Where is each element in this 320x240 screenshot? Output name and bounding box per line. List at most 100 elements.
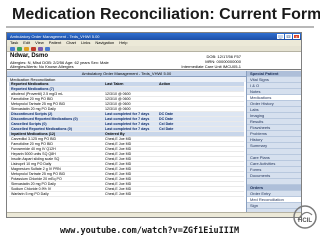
table-cell: [159, 177, 181, 181]
menu-item-patient[interactable]: Patient: [49, 40, 61, 46]
table-cell: Inpatient Medications (12): [11, 132, 56, 136]
table-cell: [159, 132, 181, 136]
print-icon[interactable]: [24, 47, 29, 51]
patient-name: Ndwar, Dsmo: [10, 53, 49, 59]
table-cell: Discontinued Reported Medications (0): [11, 117, 78, 121]
table-cell: [159, 97, 181, 101]
ehr-window: Ambulatory Order Management - Teds_VHWI …: [6, 32, 302, 218]
table-cell: albuterol (Proventil) 2.5 mg/3 mL: [11, 92, 64, 96]
table-cell: Chest,E Joe MD: [105, 172, 132, 176]
table-cell: [159, 182, 181, 186]
table-cell: Last completed for 7 days: [105, 122, 150, 126]
alert-icon[interactable]: [31, 47, 36, 51]
table-cell: Reported Medications (7): [11, 87, 54, 91]
menu-item-view[interactable]: View: [35, 40, 44, 46]
video-url[interactable]: www.youtube.com/watch?v=ZGf1EiuIIIM: [60, 226, 239, 236]
mail-icon[interactable]: [45, 47, 50, 51]
table-cell: Discontinued Scripts (2): [11, 112, 53, 116]
table-cell: Metoprolol Tartrate 25 mg PO BID: [11, 172, 66, 176]
window-controls: _ □ x: [277, 34, 300, 39]
table-cell: Chest,E Joe MD: [105, 162, 132, 166]
table-cell: Sodium Chloride 0.9% IV: [11, 187, 52, 191]
menu-item-task[interactable]: Task: [10, 40, 18, 46]
table-cell: 12/3/10 @ 0600: [105, 107, 131, 111]
table-cell: Chest,E Joe MD: [105, 157, 132, 161]
table-cell: Metoprolol Tartrate 25 mg PO BID: [11, 102, 66, 106]
table-cell: Simvastatin 20 mg PO Daily: [11, 107, 56, 111]
table-cell: Cancelled Scripts (0): [11, 122, 47, 126]
table-cell: Chest,E Joe MD: [105, 177, 132, 181]
table-cell: Famotidine 20 mg PO BID: [11, 97, 53, 101]
table-cell: [159, 102, 181, 106]
menu-item-links[interactable]: Links: [81, 40, 90, 46]
table-cell: Warfarin 5 mg PO Daily: [11, 192, 49, 196]
table-cell: DC Date: [159, 112, 173, 116]
minimize-button[interactable]: _: [277, 34, 284, 39]
table-cell: Chest,E Joe MD: [105, 142, 132, 146]
table-cell: 12/3/10 @ 0600: [105, 102, 131, 106]
table-cell: [159, 142, 181, 146]
table-cell: [159, 87, 181, 91]
table-cell: Ordered By: [105, 132, 125, 136]
table-cell: [159, 167, 181, 171]
table-cell: Chest,E Joe MD: [105, 147, 132, 151]
table-cell: Chest,E Joe MD: [105, 187, 132, 191]
table-cell: Furosemide 40 mg IV Q12H: [11, 147, 56, 151]
column-header-medication[interactable]: Reported Medications: [9, 82, 105, 86]
table-cell: Potassium Chloride 20 mEq PO: [11, 177, 62, 181]
refresh-icon[interactable]: [17, 47, 22, 51]
table-row[interactable]: Warfarin 5 mg PO Daily Chest,E Joe MD: [9, 192, 244, 197]
table-cell: [159, 107, 181, 111]
column-header-action[interactable]: Action: [159, 82, 181, 86]
window-titlebar: Ambulatory Order Management - Teds_VHWI …: [7, 33, 301, 40]
medication-table: Reported Medications Last Taken Action R…: [9, 82, 244, 197]
menu-item-navigation[interactable]: Navigation: [95, 40, 114, 46]
table-cell: [105, 87, 159, 91]
patient-banner: Ndwar, Dsmo Allergies: N, Mlsd DOB: 2/2/…: [7, 52, 301, 70]
slide-title: Medication Reconciliation: Current Form: [12, 6, 320, 23]
column-header-last-taken[interactable]: Last Taken: [105, 82, 159, 86]
menu-item-help[interactable]: Help: [119, 40, 127, 46]
table-cell: 12/3/10 @ 0600: [105, 92, 131, 96]
table-cell: Magnesium Sulfate 2 g IV PRN: [11, 167, 61, 171]
close-button[interactable]: x: [293, 34, 300, 39]
table-cell: [159, 172, 181, 176]
patient-unit: Intermediate Care Unit IMCU05-1: [181, 64, 241, 69]
med-reconciliation-panel: Ambulatory Order Management - Teds_VHWI …: [7, 71, 246, 217]
patient-allergies: Allergies/Alerts: No Known Allergies: [10, 64, 74, 69]
table-cell: Last completed for 7 days: [105, 127, 150, 131]
table-cell: [159, 147, 181, 151]
table-cell: DC Date: [159, 117, 173, 121]
navigation-sidebar: Special Patient Vital Signs I & O Notes Medi…: [246, 71, 301, 217]
table-cell: [159, 157, 181, 161]
table-cell: Lisinopril 10 mg PO Daily: [11, 162, 52, 166]
table-cell: 12/3/10 @ 0600: [105, 97, 131, 101]
table-cell: Chest,E Joe MD: [105, 167, 132, 171]
table-cell: [159, 192, 181, 196]
table-cell: Simvastatin 20 mg PO Daily: [11, 182, 56, 186]
table-cell: [159, 92, 181, 96]
table-cell: Cxl Date: [159, 122, 174, 126]
table-cell: Cxl Date: [159, 127, 174, 131]
table-cell: [159, 152, 181, 156]
window-title: Ambulatory Order Management - Teds_VHWI …: [10, 34, 100, 39]
table-cell: Chest,E Joe MD: [105, 182, 132, 186]
table-cell: Carvedilol 3.125 mg PO BID: [11, 137, 57, 141]
hcil-logo-text: HCIL: [298, 218, 312, 224]
table-cell: Heparin 5000 units SQ Q8H: [11, 152, 56, 156]
title-divider: [6, 26, 314, 28]
table-cell: Last completed for 7 days: [105, 112, 150, 116]
status-bar: [7, 212, 301, 217]
table-cell: Chest,E Joe MD: [105, 137, 132, 141]
table-cell: Last completed for 7 days: [105, 117, 150, 121]
hcil-logo: HCIL: [293, 205, 317, 229]
menu-item-chart[interactable]: Chart: [66, 40, 76, 46]
table-cell: Insulin Aspart sliding scale SQ: [11, 157, 60, 161]
maximize-button[interactable]: □: [285, 34, 292, 39]
calendar-icon[interactable]: [38, 47, 43, 51]
table-cell: Chest,E Joe MD: [105, 192, 132, 196]
menu-item-edit[interactable]: Edit: [23, 40, 30, 46]
table-cell: [159, 187, 181, 191]
home-icon[interactable]: [10, 47, 15, 51]
table-cell: Chest,E Joe MD: [105, 152, 132, 156]
